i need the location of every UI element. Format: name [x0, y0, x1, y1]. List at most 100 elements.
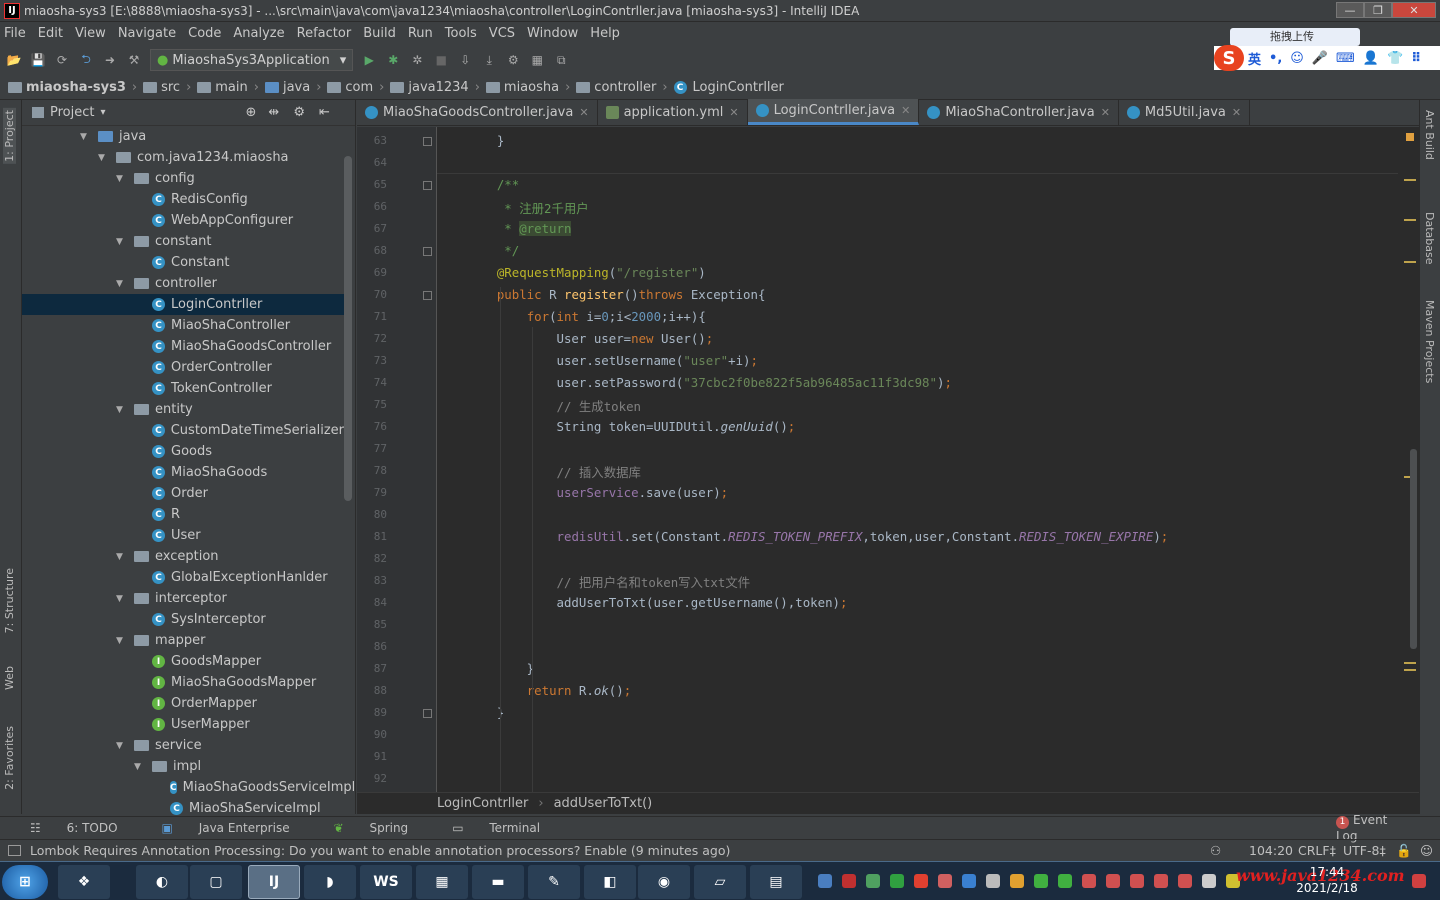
tree-folder[interactable]: ▼ entity [22, 399, 344, 420]
expand-arrow-icon[interactable]: ▼ [116, 405, 126, 415]
tree-file[interactable]: C Constant [22, 252, 344, 273]
code-line[interactable]: // 把用户名和token写入txt文件 [467, 573, 751, 591]
maven-tool-button[interactable]: Maven Projects [1423, 300, 1436, 383]
webstorm-task-icon[interactable]: WS [360, 865, 412, 899]
app-task-icon[interactable]: ◧ [584, 865, 636, 899]
crumb-java1234[interactable]: java1234 › [390, 80, 480, 95]
tray-icon[interactable] [1034, 874, 1048, 888]
project-scrollbar[interactable] [344, 156, 352, 501]
editor-tab[interactable]: Md5Util.java ✕ [1119, 99, 1251, 125]
tree-folder[interactable]: ▼ constant [22, 231, 344, 252]
volume-icon[interactable] [1202, 874, 1216, 888]
tree-file[interactable]: C MiaoShaGoodsServiceImpl [22, 777, 355, 798]
menu-help[interactable]: Help [590, 26, 620, 41]
project-tool-button[interactable]: 1: Project [3, 108, 16, 164]
crumb-com[interactable]: com › [327, 80, 384, 95]
spring-tool-button[interactable]: ❦ Spring [334, 821, 431, 835]
code-line[interactable]: */ [467, 243, 519, 258]
editor-tab[interactable]: MiaoShaController.java ✕ [919, 99, 1119, 125]
pinned-notes-icon[interactable]: ▢ [190, 865, 242, 899]
open-folder-icon[interactable]: 📂 [6, 52, 22, 68]
code-line[interactable]: addUserToTxt(user.getUsername(),token); [467, 595, 848, 610]
expand-arrow-icon[interactable]: ▼ [116, 636, 126, 646]
crumb-class[interactable]: C LoginContrller [673, 80, 784, 95]
code-line[interactable]: @RequestMapping("/register") [467, 265, 706, 280]
editor-tab[interactable]: MiaoShaGoodsController.java ✕ [357, 99, 598, 125]
code-line[interactable]: redisUtil.set(Constant.REDIS_TOKEN_PREFI… [467, 529, 1169, 544]
caret-position[interactable]: 104:20 [1249, 843, 1293, 858]
tree-file[interactable]: C SysInterceptor [22, 609, 344, 630]
back-icon[interactable]: ⮌ [78, 52, 94, 68]
close-button[interactable]: ✕ [1392, 2, 1436, 18]
settings-icon[interactable]: ⚙ [505, 52, 521, 68]
menu-navigate[interactable]: Navigate [118, 26, 176, 41]
tray-icon[interactable] [1010, 874, 1024, 888]
tray-icon[interactable] [914, 874, 928, 888]
line-separator[interactable]: CRLF‡ [1298, 843, 1336, 858]
tree-file[interactable]: C OrderController [22, 357, 344, 378]
terminal-tool-button[interactable]: ▭ Terminal [452, 821, 562, 835]
fold-marker-icon[interactable] [423, 291, 432, 300]
tree-file[interactable]: I MiaoShaGoodsMapper [22, 672, 344, 693]
tree-file[interactable]: C GlobalExceptionHanlder [22, 567, 344, 588]
system-clock[interactable]: 17:44 2021/2/18 [1292, 864, 1362, 898]
tray-icon[interactable] [890, 874, 904, 888]
menu-file[interactable]: File [4, 26, 26, 41]
code-line[interactable]: * @return [467, 221, 572, 236]
java-enterprise-tool-button[interactable]: ▣ Java Enterprise [162, 821, 312, 835]
editor-scrollbar[interactable] [1410, 449, 1417, 649]
project-structure-icon[interactable]: ▦ [529, 52, 545, 68]
eclipse-task-icon[interactable]: ◗ [304, 865, 356, 899]
locate-icon[interactable]: ⊕ [246, 105, 257, 120]
crumb-java[interactable]: java › [264, 80, 321, 95]
project-view-select[interactable]: Project [50, 105, 94, 120]
lock-icon[interactable]: 🔓 [1396, 843, 1412, 859]
tray-icon[interactable] [1154, 874, 1168, 888]
tree-file[interactable]: C Order [22, 483, 344, 504]
tray-icon[interactable] [1058, 874, 1072, 888]
cmd-task-icon[interactable]: ▬ [472, 865, 524, 899]
crumb-project[interactable]: miaosha-sys3 › [8, 80, 137, 95]
code-line[interactable]: return R.ok(); [467, 683, 631, 698]
expand-arrow-icon[interactable]: ▼ [116, 237, 126, 247]
close-tab-icon[interactable]: ✕ [729, 106, 738, 119]
crumb-src[interactable]: src › [143, 80, 191, 95]
expand-arrow-icon[interactable]: ▼ [80, 132, 90, 142]
forward-icon[interactable]: ➜ [102, 52, 118, 68]
menu-code[interactable]: Code [188, 26, 221, 41]
download-icon[interactable]: ⤓ [481, 52, 497, 68]
menu-window[interactable]: Window [527, 26, 578, 41]
stop-icon[interactable]: ■ [433, 52, 449, 68]
ant-build-tool-button[interactable]: Ant Build [1423, 110, 1436, 160]
status-message[interactable]: Lombok Requires Annotation Processing: D… [30, 843, 730, 858]
tree-file[interactable]: CR [22, 504, 344, 525]
menu-refactor[interactable]: Refactor [297, 26, 352, 41]
code-line[interactable]: /** [467, 177, 519, 192]
code-line[interactable]: user.setUsername("user"+i); [467, 353, 758, 368]
tree-file[interactable]: I OrderMapper [22, 693, 344, 714]
intellij-task-icon[interactable]: IJ [248, 865, 300, 899]
close-tab-icon[interactable]: ✕ [579, 106, 588, 119]
menu-tools[interactable]: Tools [445, 26, 477, 41]
menu-build[interactable]: Build [363, 26, 396, 41]
menu-edit[interactable]: Edit [38, 26, 63, 41]
run-icon[interactable]: ▶ [361, 52, 377, 68]
tray-icon[interactable] [1106, 874, 1120, 888]
editor-task-icon[interactable]: ▱ [694, 865, 746, 899]
hide-icon[interactable]: ⇤ [319, 105, 330, 120]
minimize-button[interactable]: — [1336, 2, 1364, 18]
tree-folder[interactable]: ▼ exception [22, 546, 344, 567]
sdk-icon[interactable]: ⧉ [553, 52, 569, 68]
tree-folder[interactable]: ▼ interceptor [22, 588, 344, 609]
close-tab-icon[interactable]: ✕ [1232, 106, 1241, 119]
code-line[interactable]: * 注册2千用户 [467, 199, 588, 217]
code-line[interactable]: // 生成token [467, 397, 641, 415]
todo-tool-button[interactable]: ☷ 6: TODO [30, 821, 140, 835]
menu-vcs[interactable]: VCS [489, 26, 515, 41]
expand-arrow-icon[interactable]: ▼ [116, 741, 126, 751]
fold-marker-icon[interactable] [423, 247, 432, 256]
build-icon[interactable]: ⚒ [126, 52, 142, 68]
crumb-controller[interactable]: controller › [576, 80, 668, 95]
crumb-miaosha[interactable]: miaosha › [485, 80, 570, 95]
code-line[interactable]: String token=UUIDUtil.genUuid(); [467, 419, 796, 434]
